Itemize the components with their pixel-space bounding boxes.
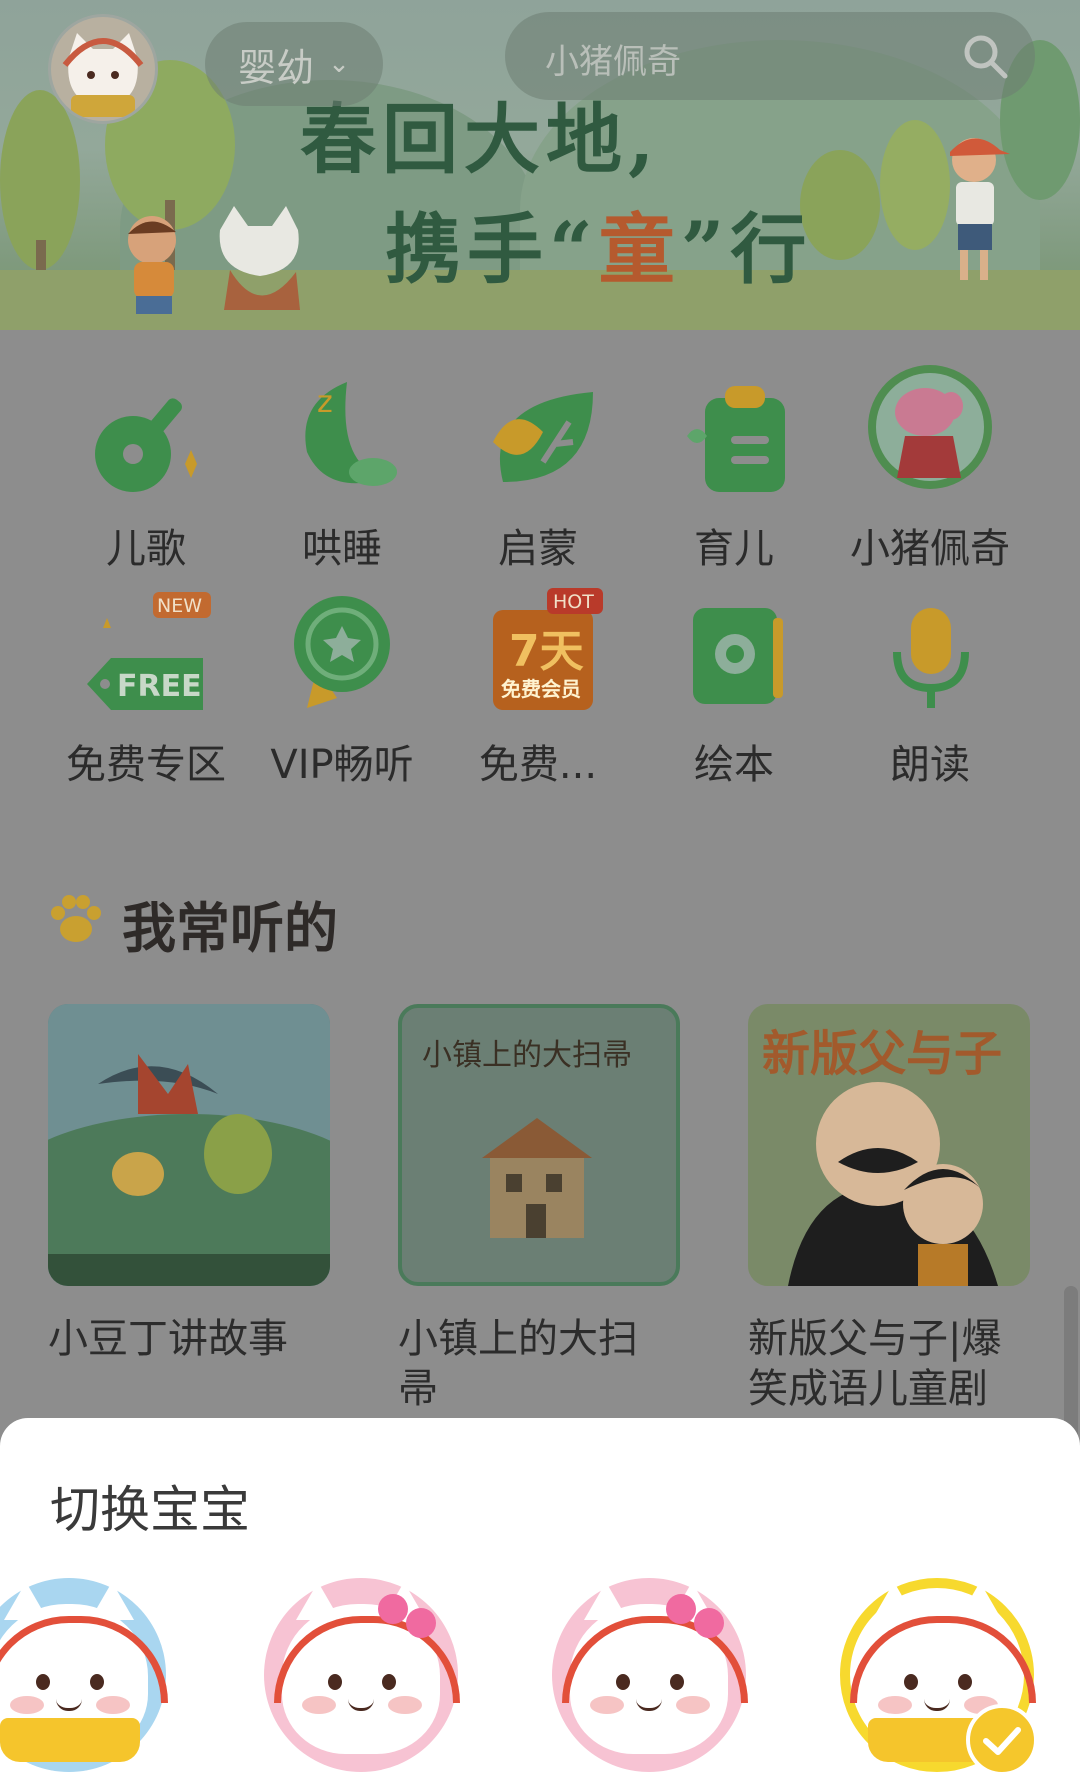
category-label: 绘本: [694, 742, 774, 788]
banner-sub-post: ”行: [680, 205, 813, 294]
category-label: 免费专区: [66, 742, 226, 788]
age-filter-dropdown[interactable]: 婴幼 ⌄: [205, 22, 383, 106]
cat-avatar-icon: [562, 1582, 748, 1754]
category-langdu[interactable]: 朗读: [832, 588, 1028, 790]
category-label: VIP畅听: [270, 742, 414, 788]
album-card[interactable]: 新版父与子 新版父与子|爆笑成语儿童剧: [748, 1004, 1030, 1414]
category-vip[interactable]: VIP畅听: [244, 588, 440, 790]
category-label: 朗读: [890, 742, 970, 788]
storytelling-cover-art: [48, 1004, 330, 1286]
moon-icon: z: [305, 382, 397, 486]
category-label: 育儿: [694, 526, 774, 572]
search-bar[interactable]: 小猪佩奇: [505, 12, 1035, 100]
paw-icon: [51, 895, 101, 942]
album-cover: [48, 1004, 330, 1286]
category-erge[interactable]: 儿歌: [48, 372, 244, 574]
category-label: 哄睡: [302, 526, 382, 572]
hot-badge: HOT: [553, 591, 594, 613]
banner-subheadline: 携手“童”行: [385, 188, 812, 298]
category-yuer[interactable]: 育儿: [636, 372, 832, 574]
category-label: 小猪佩奇: [850, 526, 1010, 572]
album-title: 新版父与子|爆笑成语儿童剧: [748, 1316, 1002, 1412]
checkmark-icon: [966, 1704, 1038, 1776]
cover-title-text: 小镇上的大扫帚: [422, 1038, 632, 1073]
father-and-son-illustration: [788, 1082, 998, 1286]
vip-medal-icon: [294, 596, 390, 708]
category-free-zone[interactable]: FREE NEW 免费专区: [48, 588, 244, 790]
category-qimeng[interactable]: 启蒙: [440, 372, 636, 574]
album-cover: 新版父与子: [748, 1004, 1030, 1286]
category-label: 启蒙: [498, 526, 578, 572]
cat-character-illustration: [219, 206, 300, 310]
baby-avatar[interactable]: [48, 14, 158, 124]
category-hongshui[interactable]: z 哄睡: [244, 372, 440, 574]
category-free-member[interactable]: 7天 免费会员 HOT 免费...: [440, 588, 636, 790]
banner-sub-highlight: 童: [598, 205, 681, 294]
cat-avatar-icon: [274, 1582, 460, 1754]
boy-with-cap-illustration: [950, 138, 1010, 280]
category-huiben[interactable]: 绘本: [636, 588, 832, 790]
house-illustration: [482, 1118, 592, 1238]
category-label: 儿歌: [106, 526, 186, 572]
album-card[interactable]: 小豆丁讲故事: [48, 1004, 330, 1364]
leaf-icon: [493, 392, 593, 482]
category-label: 免费...: [478, 742, 598, 788]
section-title: 我常听的: [122, 897, 338, 960]
seven-day-text: 7天: [509, 626, 584, 677]
free-member-text: 免费会员: [501, 677, 581, 701]
album-title: 小镇上的大扫帚: [398, 1316, 638, 1412]
album-card[interactable]: 小镇上的大扫帚 小镇上的大扫帚: [398, 1004, 680, 1414]
svg-text:z: z: [317, 385, 333, 420]
chevron-down-icon: ⌄: [328, 49, 350, 79]
clipboard-icon: [687, 386, 785, 492]
free-tag-icon: FREE NEW: [87, 592, 211, 710]
category-peppa[interactable]: 小猪佩奇: [832, 362, 1028, 574]
guitar-icon: [95, 398, 197, 492]
search-placeholder: 小猪佩奇: [545, 42, 681, 82]
baby-option[interactable]: [264, 1578, 460, 1772]
search-icon[interactable]: [961, 32, 1009, 80]
sheet-title: 切换宝宝: [50, 1481, 250, 1539]
baby-option[interactable]: [552, 1578, 748, 1772]
microphone-icon: [893, 608, 969, 708]
book-icon: [0, 1718, 140, 1762]
banner-sub-pre: 携手“: [385, 205, 599, 294]
age-filter-label: 婴幼: [238, 45, 315, 90]
peppa-pig-icon: [868, 365, 992, 489]
baby-option[interactable]: [0, 1578, 168, 1772]
new-badge: NEW: [157, 595, 202, 617]
seven-day-member-icon: 7天 免费会员 HOT: [493, 588, 603, 710]
boy-character-illustration: [128, 216, 176, 314]
cat-avatar-icon: [62, 33, 144, 117]
switch-baby-sheet: 切换宝宝: [0, 1418, 1080, 1790]
album-cover: 小镇上的大扫帚: [398, 1004, 680, 1286]
picture-book-icon: [693, 608, 783, 704]
album-title: 小豆丁讲故事: [48, 1316, 288, 1362]
svg-text:FREE: FREE: [117, 669, 202, 704]
